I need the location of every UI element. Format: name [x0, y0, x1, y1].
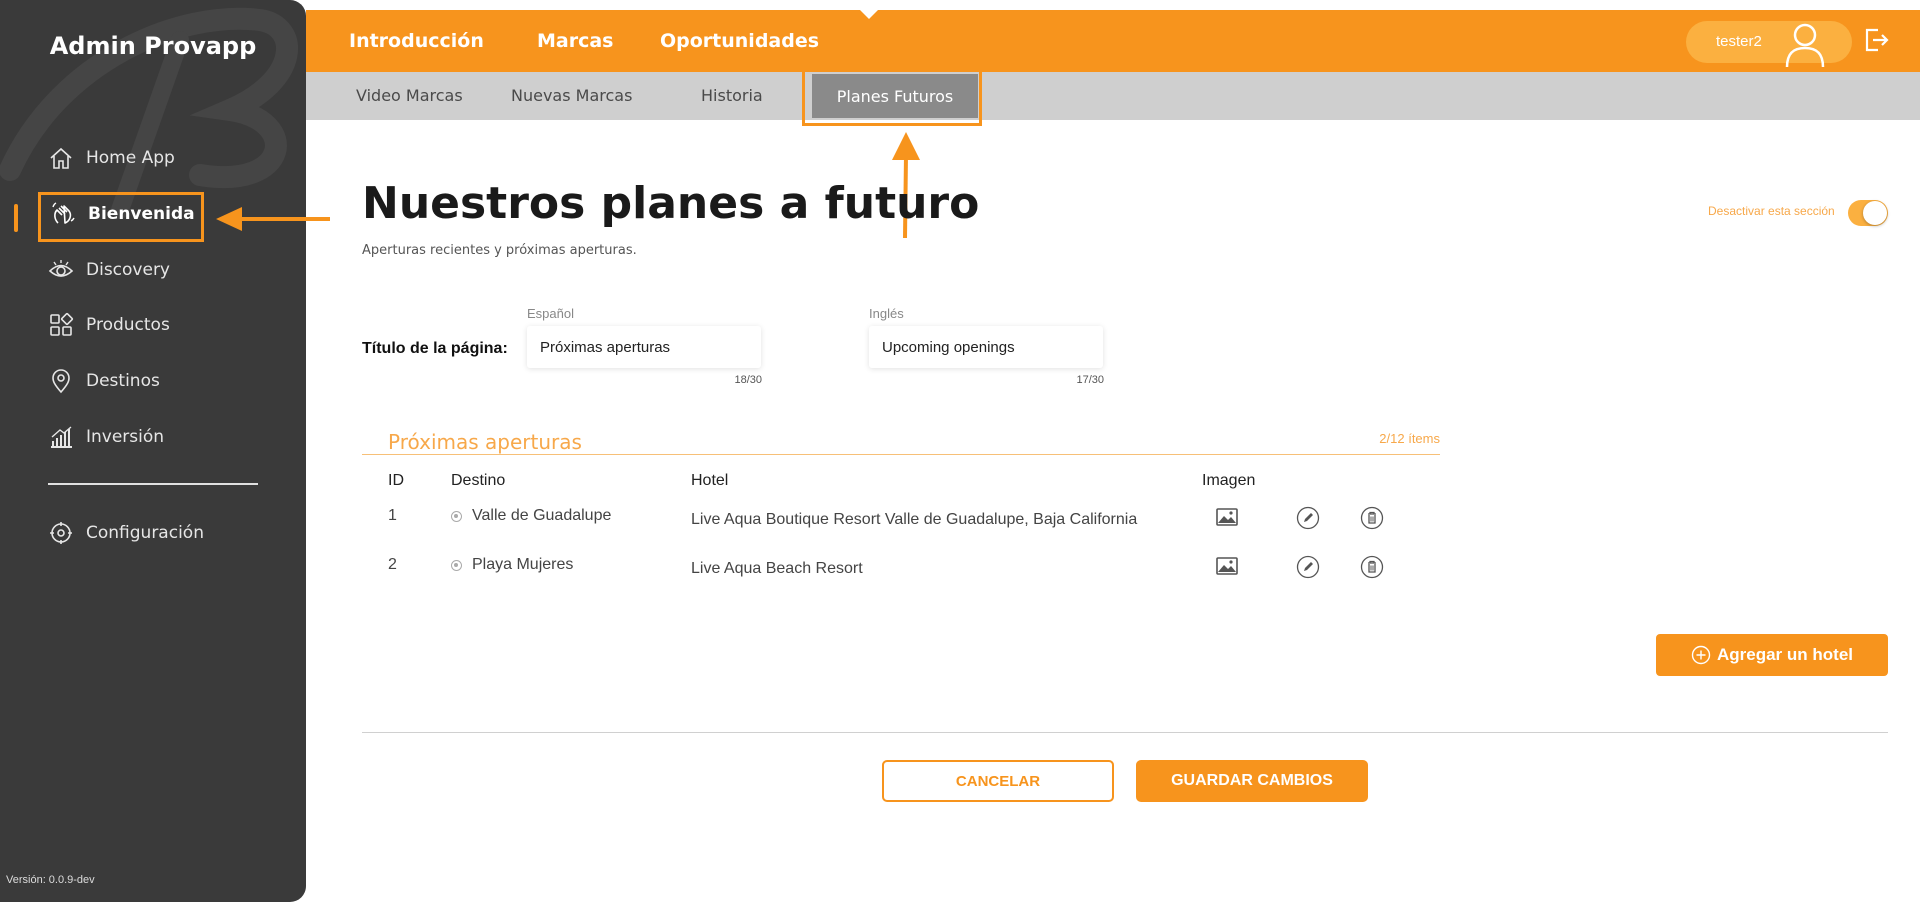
- items-count: 2/12 ítems: [1379, 431, 1440, 446]
- destination-bullet-icon: [451, 511, 462, 522]
- sidebar-item-discovery[interactable]: Discovery: [48, 252, 170, 288]
- active-indicator: [14, 204, 18, 232]
- user-avatar-icon: [1785, 23, 1825, 67]
- column-header-id: ID: [388, 472, 404, 489]
- title-english-input[interactable]: [869, 326, 1103, 368]
- destination-bullet-icon: [451, 560, 462, 571]
- section-toggle[interactable]: [1848, 200, 1888, 226]
- column-header-destino: Destino: [451, 472, 506, 489]
- delete-icon[interactable]: [1360, 555, 1384, 579]
- section-toggle-label: Desactivar esta sección: [1708, 204, 1835, 218]
- add-hotel-label: Agregar un hotel: [1716, 645, 1853, 664]
- image-icon[interactable]: [1215, 554, 1239, 578]
- annotation-highlight-box: [802, 66, 982, 126]
- sidebar-divider: [48, 483, 258, 485]
- sidebar-item-inversion[interactable]: Inversión: [48, 419, 164, 455]
- row-id: 2: [388, 556, 397, 573]
- subtab-nuevas-marcas[interactable]: Nuevas Marcas: [511, 86, 632, 105]
- spanish-label: Español: [527, 306, 574, 321]
- sub-navigation-bar: Video Marcas Nuevas Marcas Historia Plan…: [306, 72, 1920, 120]
- save-changes-button[interactable]: GUARDAR CAMBIOS: [1136, 760, 1368, 802]
- eye-icon: [48, 260, 74, 277]
- sidebar-item-label: Discovery: [86, 260, 170, 280]
- cancel-button[interactable]: CANCELAR: [882, 760, 1114, 802]
- topnav-marcas[interactable]: Marcas: [537, 30, 614, 52]
- column-header-imagen: Imagen: [1202, 472, 1256, 489]
- top-navigation-bar: Introducción Marcas Oportunidades tester…: [306, 10, 1920, 72]
- sidebar-item-destinos[interactable]: Destinos: [48, 363, 160, 399]
- title-spanish-input[interactable]: [527, 326, 761, 368]
- sidebar-item-home-app[interactable]: Home App: [48, 140, 175, 176]
- plus-circle-icon: [1691, 645, 1711, 665]
- sidebar-item-label: Destinos: [86, 371, 160, 391]
- edit-icon[interactable]: [1296, 555, 1320, 579]
- settings-gear-icon: [50, 522, 72, 544]
- bar-chart-icon: [51, 426, 72, 448]
- sidebar-item-label: Home App: [86, 148, 175, 168]
- topnav-introduccion[interactable]: Introducción: [349, 30, 484, 52]
- home-icon: [50, 147, 72, 169]
- section-title: Próximas aperturas: [388, 430, 582, 454]
- edit-icon[interactable]: [1296, 506, 1320, 530]
- subtab-historia[interactable]: Historia: [701, 86, 763, 105]
- active-caret-icon: [860, 10, 878, 19]
- toggle-knob: [1863, 201, 1887, 225]
- row-destino: Valle de Guadalupe: [472, 507, 612, 524]
- grid-icon: [50, 312, 74, 336]
- sidebar-item-label: Productos: [86, 315, 170, 335]
- page-title-field-label: Título de la página:: [362, 340, 508, 357]
- row-hotel: Live Aqua Boutique Resort Valle de Guada…: [691, 511, 1138, 528]
- column-header-hotel: Hotel: [691, 472, 729, 489]
- app-title: Admin Provapp: [49, 32, 257, 60]
- sidebar-item-label: Inversión: [86, 427, 165, 447]
- row-hotel: Live Aqua Beach Resort: [691, 560, 863, 577]
- user-menu[interactable]: tester2: [1686, 21, 1852, 67]
- sidebar-item-label: Configuración: [86, 523, 204, 543]
- row-id: 1: [388, 507, 397, 524]
- section-divider: [362, 454, 1440, 455]
- subtab-video-marcas[interactable]: Video Marcas: [356, 86, 463, 105]
- username: tester2: [1716, 33, 1762, 50]
- english-label: Inglés: [869, 306, 904, 321]
- spanish-char-counter: 18/30: [734, 374, 762, 386]
- english-char-counter: 17/30: [1076, 374, 1104, 386]
- sidebar-item-configuracion[interactable]: Configuración: [48, 515, 204, 551]
- sidebar: Admin Provapp Home App Bienvenida Discov…: [0, 0, 306, 902]
- version-text: Versión: 0.0.9-dev: [6, 874, 95, 886]
- sidebar-item-productos[interactable]: Productos: [48, 307, 170, 343]
- logout-icon[interactable]: [1862, 26, 1890, 54]
- add-hotel-button[interactable]: Agregar un hotel: [1656, 634, 1888, 676]
- row-destino: Playa Mujeres: [472, 556, 574, 573]
- delete-icon[interactable]: [1360, 506, 1384, 530]
- image-icon[interactable]: [1215, 505, 1239, 529]
- topnav-oportunidades[interactable]: Oportunidades: [660, 30, 819, 52]
- location-pin-icon: [52, 369, 70, 394]
- page-subtitle: Aperturas recientes y próximas aperturas…: [362, 243, 637, 258]
- footer-divider: [362, 732, 1888, 733]
- annotation-highlight-box: [38, 192, 204, 242]
- page-title: Nuestros planes a futuro: [362, 178, 980, 229]
